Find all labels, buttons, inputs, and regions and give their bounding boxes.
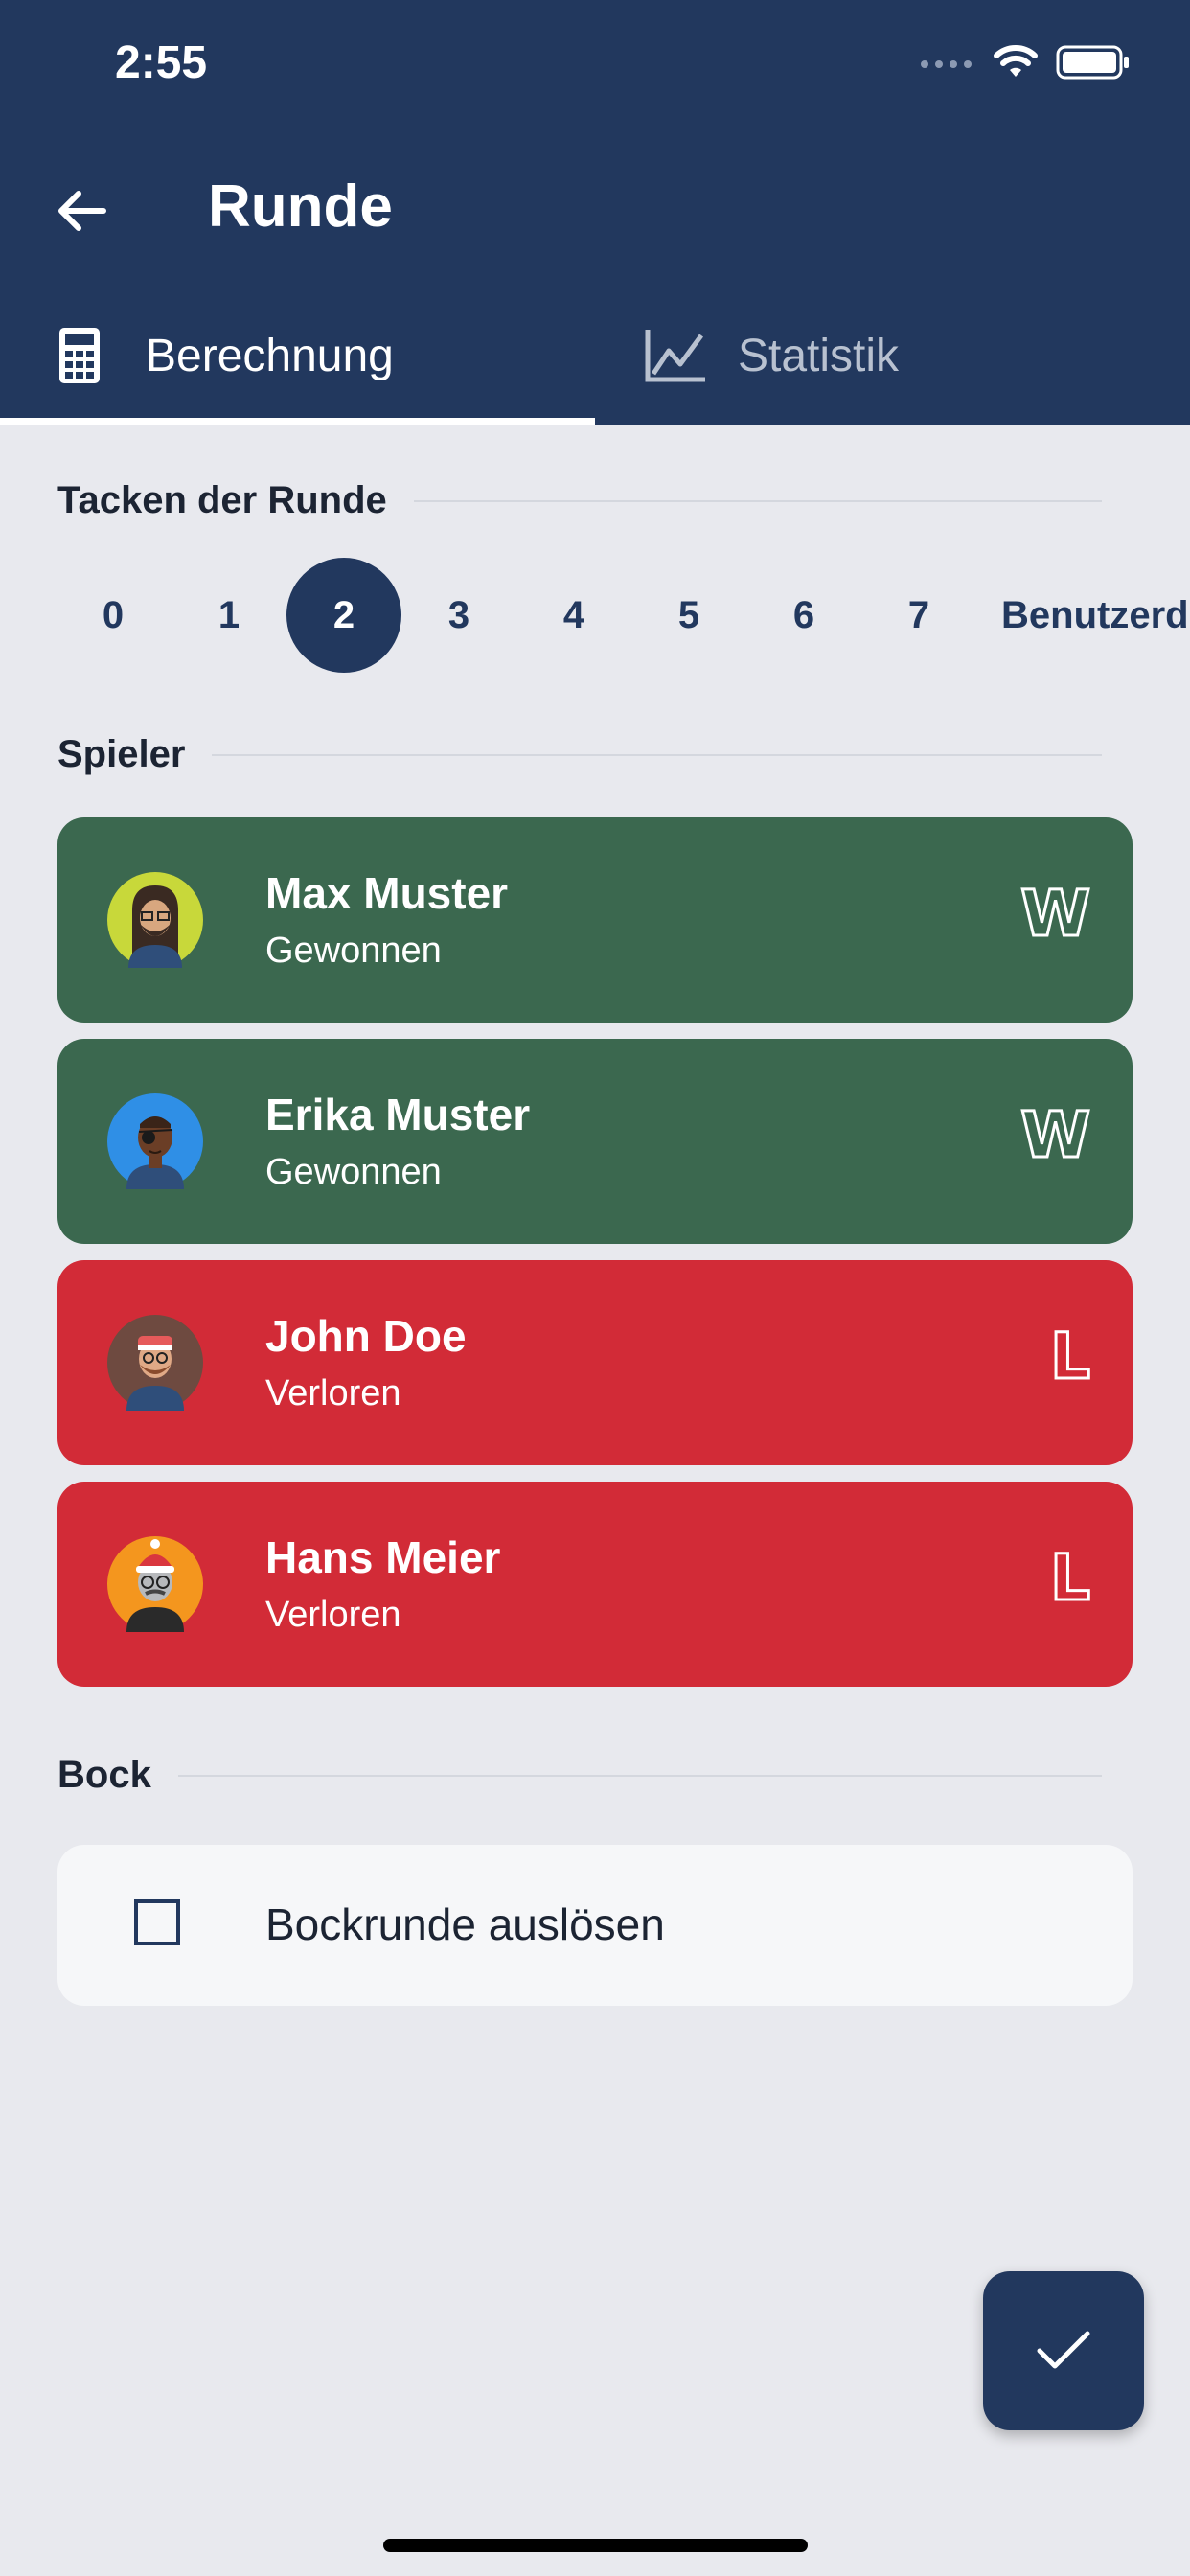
player-name: Erika Muster — [265, 1090, 531, 1139]
player-name: Hans Meier — [265, 1532, 501, 1582]
bockrunde-label: Bockrunde auslösen — [265, 1899, 665, 1949]
player-name: Max Muster — [265, 868, 509, 918]
tacken-option-7[interactable]: 7 — [861, 558, 976, 673]
bock-heading: Bock — [57, 1754, 1102, 1797]
avatar — [107, 1536, 203, 1632]
confirm-button[interactable] — [983, 2271, 1144, 2430]
page-title: Runde — [208, 173, 393, 240]
status-time: 2:55 — [115, 37, 208, 88]
tacken-option-2-selected[interactable]: 2 — [286, 558, 401, 673]
result-badge: W — [1019, 1097, 1092, 1174]
tacken-option-3[interactable]: 3 — [401, 558, 516, 673]
app-header: 2:55 Runde Berechnung Statistik — [0, 0, 1190, 425]
tab-berechnung[interactable]: Berechnung — [0, 307, 595, 425]
tacken-option-1[interactable]: 1 — [172, 558, 286, 673]
active-tab-indicator — [0, 418, 595, 425]
tacken-option-0[interactable]: 0 — [56, 558, 171, 673]
tacken-selector: 0 1 2 3 4 5 6 7 Benutzerd — [0, 558, 1190, 678]
home-indicator — [383, 2539, 808, 2552]
players-heading-label: Spieler — [57, 733, 186, 775]
tacken-heading: Tacken der Runde — [57, 479, 1102, 522]
tacken-heading-label: Tacken der Runde — [57, 479, 387, 521]
avatar — [107, 872, 203, 968]
tacken-option-4[interactable]: 4 — [516, 558, 631, 673]
tacken-option-5[interactable]: 5 — [631, 558, 746, 673]
divider — [177, 1774, 1102, 1777]
title-row: Runde — [0, 163, 1190, 249]
player-card[interactable]: Max Muster Gewonnen W — [57, 817, 1133, 1023]
result-badge: W — [1019, 876, 1092, 953]
result-badge: L — [1048, 1319, 1091, 1395]
player-card[interactable]: John Doe Verloren L — [57, 1260, 1133, 1465]
tab-bar: Berechnung Statistik — [0, 307, 1190, 425]
tab-berechnung-label: Berechnung — [146, 331, 394, 381]
signal-icon — [921, 60, 972, 68]
back-button[interactable] — [50, 180, 111, 242]
tacken-option-custom[interactable]: Benutzerd — [1001, 558, 1190, 673]
player-status: Gewonnen — [265, 931, 442, 971]
tacken-option-6[interactable]: 6 — [746, 558, 861, 673]
divider — [413, 499, 1102, 502]
tab-statistik-label: Statistik — [738, 331, 900, 381]
avatar — [107, 1093, 203, 1189]
wifi-icon — [994, 45, 1038, 77]
status-icons — [920, 44, 1131, 80]
player-name: John Doe — [265, 1311, 467, 1361]
tab-statistik[interactable]: Statistik — [595, 307, 1190, 425]
player-card[interactable]: Hans Meier Verloren L — [57, 1482, 1133, 1687]
bock-heading-label: Bock — [57, 1754, 151, 1796]
calculator-icon — [59, 328, 100, 383]
battery-icon — [1056, 45, 1129, 80]
player-card[interactable]: Erika Muster Gewonnen W — [57, 1039, 1133, 1244]
bockrunde-option[interactable]: Bockrunde auslösen — [57, 1845, 1133, 2006]
player-status: Gewonnen — [265, 1152, 442, 1192]
arrow-left-icon — [58, 191, 106, 231]
player-status: Verloren — [265, 1373, 401, 1414]
chart-line-icon — [645, 330, 705, 382]
divider — [212, 753, 1102, 756]
result-badge: L — [1048, 1540, 1091, 1617]
players-heading: Spieler — [57, 733, 1102, 776]
player-status: Verloren — [265, 1595, 401, 1635]
bockrunde-checkbox[interactable] — [134, 1899, 180, 1945]
avatar — [107, 1315, 203, 1411]
checkmark-icon — [1037, 2331, 1090, 2369]
